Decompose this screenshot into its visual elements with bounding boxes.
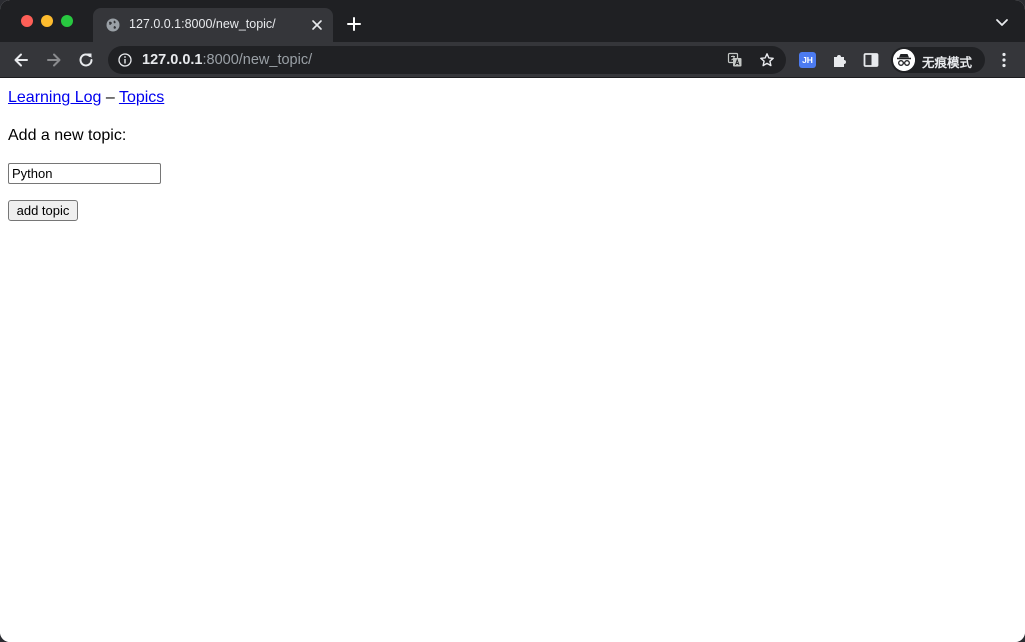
new-tab-icon[interactable] bbox=[346, 16, 362, 32]
page-content: Learning Log – Topics Add a new topic: a… bbox=[0, 79, 1025, 642]
url-path: :8000/new_topic/ bbox=[202, 52, 313, 68]
extension-jh-icon[interactable]: JH bbox=[799, 52, 816, 68]
translate-icon[interactable] bbox=[727, 52, 743, 68]
tab-title: 127.0.0.1:8000/new_topic/ bbox=[129, 17, 276, 31]
maximize-window-button[interactable] bbox=[61, 15, 73, 27]
address-bar[interactable]: 127.0.0.1:8000/new_topic/ bbox=[108, 46, 786, 74]
page-heading: Add a new topic: bbox=[8, 127, 127, 144]
incognito-profile-button[interactable]: 无痕模式 bbox=[891, 47, 985, 73]
topic-name-input[interactable] bbox=[8, 163, 161, 184]
back-arrow-icon[interactable] bbox=[12, 51, 30, 69]
url-text[interactable]: 127.0.0.1:8000/new_topic/ bbox=[142, 52, 312, 68]
side-panel-icon[interactable] bbox=[862, 51, 880, 69]
learning-log-link[interactable]: Learning Log bbox=[8, 89, 101, 106]
minimize-window-button[interactable] bbox=[41, 15, 53, 27]
url-host: 127.0.0.1 bbox=[142, 52, 203, 68]
browser-toolbar: 127.0.0.1:8000/new_topic/ JH 无痕模式 bbox=[0, 42, 1025, 78]
forward-arrow-icon[interactable] bbox=[45, 51, 63, 69]
tab-close-icon[interactable] bbox=[309, 17, 325, 33]
more-menu-icon[interactable] bbox=[995, 51, 1013, 69]
incognito-icon bbox=[893, 49, 915, 71]
extensions-puzzle-icon[interactable] bbox=[831, 51, 849, 69]
title-bar: 127.0.0.1:8000/new_topic/ bbox=[0, 0, 1025, 42]
close-window-button[interactable] bbox=[21, 15, 33, 27]
topics-link[interactable]: Topics bbox=[119, 89, 164, 106]
browser-window: 127.0.0.1:8000/new_topic/ 127.0.0.1:8000… bbox=[0, 0, 1025, 642]
nav-separator: – bbox=[105, 89, 115, 106]
incognito-label: 无痕模式 bbox=[922, 55, 973, 70]
reload-icon[interactable] bbox=[77, 51, 95, 69]
globe-icon bbox=[106, 18, 120, 32]
info-icon[interactable] bbox=[118, 53, 132, 67]
chevron-down-icon[interactable] bbox=[995, 18, 1009, 28]
bookmark-star-icon[interactable] bbox=[759, 52, 775, 68]
browser-tab-active[interactable]: 127.0.0.1:8000/new_topic/ bbox=[93, 8, 333, 42]
add-topic-button[interactable]: add topic bbox=[8, 200, 78, 221]
site-nav: Learning Log – Topics bbox=[8, 89, 164, 107]
